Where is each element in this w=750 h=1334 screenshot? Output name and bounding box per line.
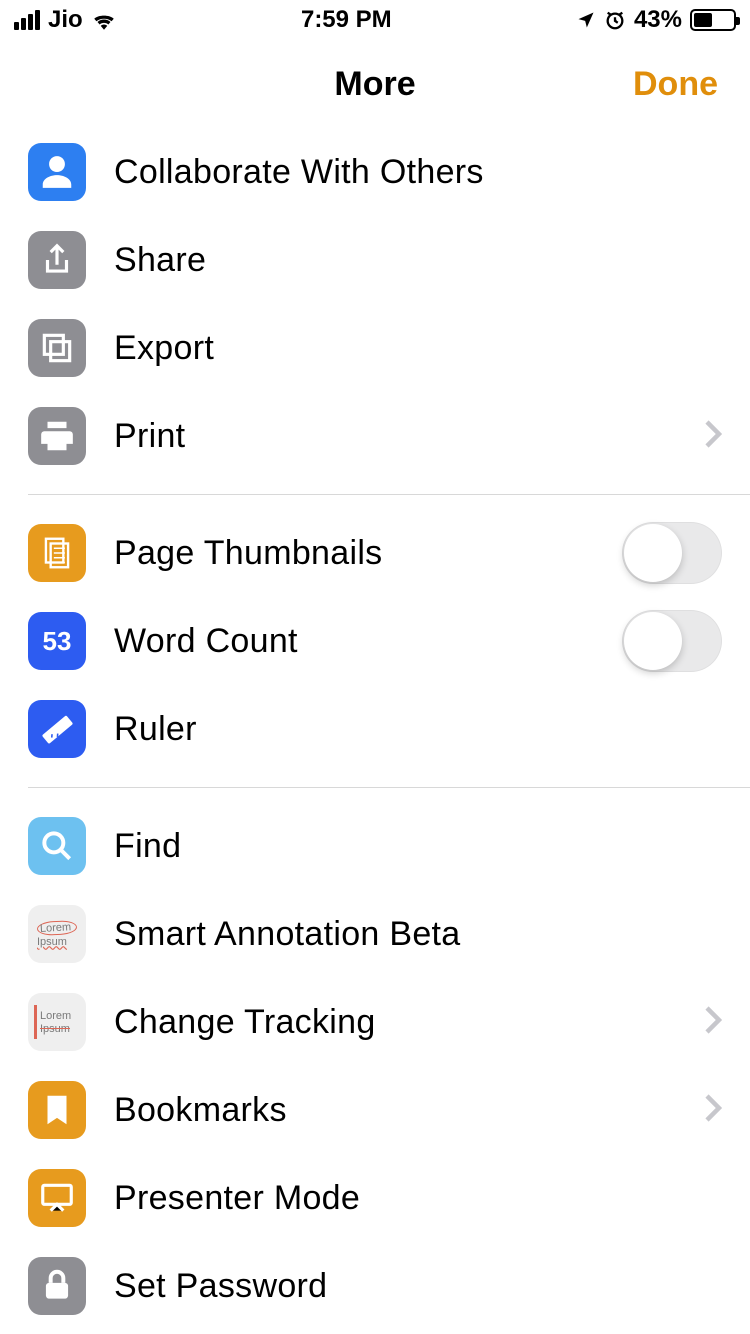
- row-collaborate[interactable]: Collaborate With Others: [0, 128, 750, 216]
- row-label: Share: [114, 241, 722, 280]
- row-smart-annotation[interactable]: Lorem Ipsum Smart Annotation Beta: [0, 890, 750, 978]
- battery-percent: 43%: [634, 6, 682, 34]
- status-right: 43%: [576, 6, 736, 34]
- location-icon: [576, 10, 596, 30]
- status-left: Jio: [14, 6, 117, 34]
- chevron-right-icon: [704, 1088, 722, 1133]
- annotation-icon: Lorem Ipsum: [28, 905, 86, 963]
- status-time: 7:59 PM: [117, 6, 576, 34]
- battery-fill: [694, 13, 712, 27]
- chevron-right-icon: [704, 414, 722, 459]
- row-word-count[interactable]: 53 Word Count: [0, 597, 750, 685]
- person-icon: [28, 143, 86, 201]
- row-share[interactable]: Share: [0, 216, 750, 304]
- bookmark-icon: [28, 1081, 86, 1139]
- presenter-icon: [28, 1169, 86, 1227]
- status-bar: Jio 7:59 PM 43%: [0, 0, 750, 40]
- printer-icon: [28, 407, 86, 465]
- row-bookmarks[interactable]: Bookmarks: [0, 1066, 750, 1154]
- row-change-tracking[interactable]: Lorem Ipsum Change Tracking: [0, 978, 750, 1066]
- row-label: Export: [114, 329, 722, 368]
- word-count-badge: 53: [43, 626, 72, 657]
- row-label: Print: [114, 417, 696, 456]
- options-list: Collaborate With Others Share Export Pri…: [0, 128, 750, 1330]
- chevron-right-icon: [704, 1000, 722, 1045]
- thumbnails-icon: [28, 524, 86, 582]
- share-icon: [28, 231, 86, 289]
- row-label: Bookmarks: [114, 1091, 696, 1130]
- row-label: Page Thumbnails: [114, 534, 622, 573]
- export-icon: [28, 319, 86, 377]
- done-button[interactable]: Done: [633, 65, 718, 104]
- row-presenter-mode[interactable]: Presenter Mode: [0, 1154, 750, 1242]
- row-label: Collaborate With Others: [114, 153, 722, 192]
- page-title: More: [334, 65, 415, 104]
- row-label: Set Password: [114, 1267, 722, 1306]
- row-set-password[interactable]: Set Password: [0, 1242, 750, 1330]
- word-count-toggle[interactable]: [622, 610, 722, 672]
- row-export[interactable]: Export: [0, 304, 750, 392]
- row-print[interactable]: Print: [0, 392, 750, 480]
- battery-icon: [690, 9, 736, 31]
- carrier-label: Jio: [48, 6, 83, 34]
- row-label: Smart Annotation Beta: [114, 915, 722, 954]
- row-label: Ruler: [114, 710, 722, 749]
- row-label: Find: [114, 827, 722, 866]
- word-count-icon: 53: [28, 612, 86, 670]
- row-label: Change Tracking: [114, 1003, 696, 1042]
- nav-header: More Done: [0, 40, 750, 128]
- ruler-icon: [28, 700, 86, 758]
- section-separator: [28, 494, 750, 495]
- row-ruler[interactable]: Ruler: [0, 685, 750, 773]
- row-find[interactable]: Find: [0, 802, 750, 890]
- page-thumbnails-toggle[interactable]: [622, 522, 722, 584]
- search-icon: [28, 817, 86, 875]
- lock-icon: [28, 1257, 86, 1315]
- change-tracking-icon: Lorem Ipsum: [28, 993, 86, 1051]
- row-page-thumbnails[interactable]: Page Thumbnails: [0, 509, 750, 597]
- alarm-icon: [604, 9, 626, 31]
- signal-icon: [14, 10, 40, 30]
- row-label: Word Count: [114, 622, 622, 661]
- wifi-icon: [91, 10, 117, 30]
- row-label: Presenter Mode: [114, 1179, 722, 1218]
- section-separator: [28, 787, 750, 788]
